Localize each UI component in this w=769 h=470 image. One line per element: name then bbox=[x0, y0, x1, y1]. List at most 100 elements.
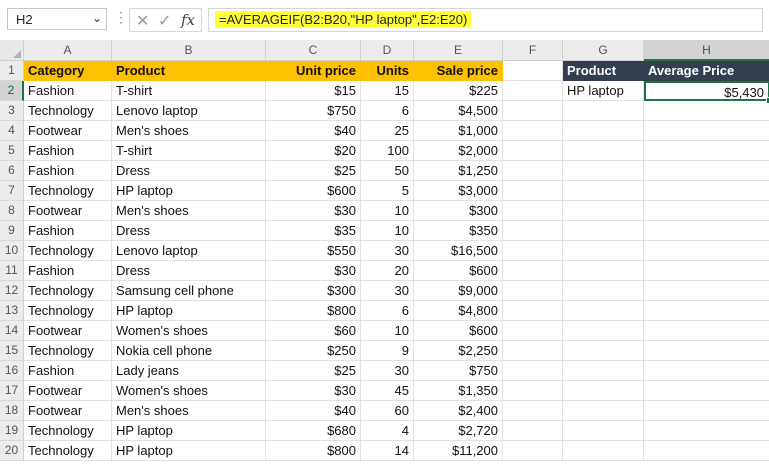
cell-category[interactable]: Fashion bbox=[24, 221, 112, 241]
cell-product[interactable]: T-shirt bbox=[112, 81, 266, 101]
cell-category[interactable]: Technology bbox=[24, 341, 112, 361]
empty-cell[interactable] bbox=[644, 361, 769, 381]
cell-units[interactable]: 30 bbox=[361, 361, 414, 381]
summary-header-average-price[interactable]: Average Price bbox=[644, 61, 769, 81]
empty-cell[interactable] bbox=[644, 281, 769, 301]
chevron-down-icon[interactable]: ⌄ bbox=[92, 11, 102, 25]
cell-sale-price[interactable]: $350 bbox=[414, 221, 503, 241]
empty-cell[interactable] bbox=[563, 401, 644, 421]
cell-unit-price[interactable]: $600 bbox=[266, 181, 361, 201]
row-header-10[interactable]: 10 bbox=[0, 241, 24, 261]
empty-cell[interactable] bbox=[644, 321, 769, 341]
cell-units[interactable]: 14 bbox=[361, 441, 414, 461]
cancel-x-icon[interactable]: ✕ bbox=[136, 11, 149, 31]
empty-cell[interactable] bbox=[563, 241, 644, 261]
cell-category[interactable]: Technology bbox=[24, 301, 112, 321]
cell-unit-price[interactable]: $35 bbox=[266, 221, 361, 241]
cell-sale-price[interactable]: $1,000 bbox=[414, 121, 503, 141]
empty-cell[interactable] bbox=[563, 121, 644, 141]
cell-sale-price[interactable]: $225 bbox=[414, 81, 503, 101]
empty-cell[interactable] bbox=[503, 81, 563, 101]
table-header-unit-price[interactable]: Unit price bbox=[266, 61, 361, 81]
cell-units[interactable]: 4 bbox=[361, 421, 414, 441]
cell-product[interactable]: Lenovo laptop bbox=[112, 241, 266, 261]
enter-check-icon[interactable]: ✓ bbox=[158, 11, 171, 31]
cell-sale-price[interactable]: $750 bbox=[414, 361, 503, 381]
empty-cell[interactable] bbox=[644, 341, 769, 361]
cell-units[interactable]: 10 bbox=[361, 321, 414, 341]
empty-cell[interactable] bbox=[563, 321, 644, 341]
empty-cell[interactable] bbox=[503, 201, 563, 221]
row-header-1[interactable]: 1 bbox=[0, 61, 24, 81]
empty-cell[interactable] bbox=[563, 281, 644, 301]
table-header-category[interactable]: Category bbox=[24, 61, 112, 81]
cell-units[interactable]: 15 bbox=[361, 81, 414, 101]
column-header-e[interactable]: E bbox=[414, 40, 503, 61]
empty-cell[interactable] bbox=[644, 161, 769, 181]
empty-cell[interactable] bbox=[503, 181, 563, 201]
cell-category[interactable]: Footwear bbox=[24, 201, 112, 221]
cell-unit-price[interactable]: $800 bbox=[266, 441, 361, 461]
cell-product[interactable]: HP laptop bbox=[112, 181, 266, 201]
cell-product[interactable]: Lenovo laptop bbox=[112, 101, 266, 121]
empty-cell[interactable] bbox=[503, 401, 563, 421]
row-header-9[interactable]: 9 bbox=[0, 221, 24, 241]
empty-cell[interactable] bbox=[644, 121, 769, 141]
row-header-19[interactable]: 19 bbox=[0, 421, 24, 441]
empty-cell[interactable] bbox=[563, 441, 644, 461]
cell-category[interactable]: Footwear bbox=[24, 321, 112, 341]
column-header-g[interactable]: G bbox=[563, 40, 644, 61]
empty-cell[interactable] bbox=[644, 261, 769, 281]
cell-units[interactable]: 6 bbox=[361, 301, 414, 321]
cell-sale-price[interactable]: $2,400 bbox=[414, 401, 503, 421]
drag-handle-icon[interactable]: ⋮ bbox=[114, 10, 128, 24]
cell-sale-price[interactable]: $11,200 bbox=[414, 441, 503, 461]
empty-cell[interactable] bbox=[644, 201, 769, 221]
name-box[interactable]: H2 ⌄ bbox=[7, 8, 107, 30]
cell-sale-price[interactable]: $300 bbox=[414, 201, 503, 221]
empty-cell[interactable] bbox=[644, 441, 769, 461]
cell-units[interactable]: 20 bbox=[361, 261, 414, 281]
empty-cell[interactable] bbox=[644, 221, 769, 241]
cell-sale-price[interactable]: $600 bbox=[414, 321, 503, 341]
row-header-12[interactable]: 12 bbox=[0, 281, 24, 301]
cell-unit-price[interactable]: $15 bbox=[266, 81, 361, 101]
column-header-b[interactable]: B bbox=[112, 40, 266, 61]
cell-unit-price[interactable]: $30 bbox=[266, 381, 361, 401]
cell-product[interactable]: Dress bbox=[112, 161, 266, 181]
cell-product[interactable]: HP laptop bbox=[112, 301, 266, 321]
cell-unit-price[interactable]: $680 bbox=[266, 421, 361, 441]
select-all-corner[interactable] bbox=[0, 40, 24, 61]
cell-sale-price[interactable]: $3,000 bbox=[414, 181, 503, 201]
cell-unit-price[interactable]: $300 bbox=[266, 281, 361, 301]
cell-units[interactable]: 9 bbox=[361, 341, 414, 361]
cell-category[interactable]: Technology bbox=[24, 421, 112, 441]
table-header-units[interactable]: Units bbox=[361, 61, 414, 81]
cell-sale-price[interactable]: $4,500 bbox=[414, 101, 503, 121]
cell-category[interactable]: Fashion bbox=[24, 141, 112, 161]
cell-product[interactable]: HP laptop bbox=[112, 441, 266, 461]
empty-cell[interactable] bbox=[644, 381, 769, 401]
column-header-a[interactable]: A bbox=[24, 40, 112, 61]
empty-cell[interactable] bbox=[503, 101, 563, 121]
row-header-4[interactable]: 4 bbox=[0, 121, 24, 141]
column-header-h[interactable]: H bbox=[644, 40, 769, 61]
empty-cell[interactable] bbox=[503, 381, 563, 401]
cell-sale-price[interactable]: $4,800 bbox=[414, 301, 503, 321]
empty-cell[interactable] bbox=[563, 361, 644, 381]
cell-category[interactable]: Technology bbox=[24, 441, 112, 461]
cell-units[interactable]: 30 bbox=[361, 281, 414, 301]
empty-cell[interactable] bbox=[563, 161, 644, 181]
table-header-sale-price[interactable]: Sale price bbox=[414, 61, 503, 81]
row-header-20[interactable]: 20 bbox=[0, 441, 24, 461]
summary-average-cell-selected[interactable]: $5,430 bbox=[644, 81, 769, 101]
row-header-6[interactable]: 6 bbox=[0, 161, 24, 181]
cell-product[interactable]: Dress bbox=[112, 261, 266, 281]
row-header-18[interactable]: 18 bbox=[0, 401, 24, 421]
cell-unit-price[interactable]: $40 bbox=[266, 401, 361, 421]
cell-units[interactable]: 10 bbox=[361, 201, 414, 221]
cell-category[interactable]: Fashion bbox=[24, 161, 112, 181]
cell-category[interactable]: Technology bbox=[24, 241, 112, 261]
cell-units[interactable]: 60 bbox=[361, 401, 414, 421]
empty-cell[interactable] bbox=[503, 281, 563, 301]
